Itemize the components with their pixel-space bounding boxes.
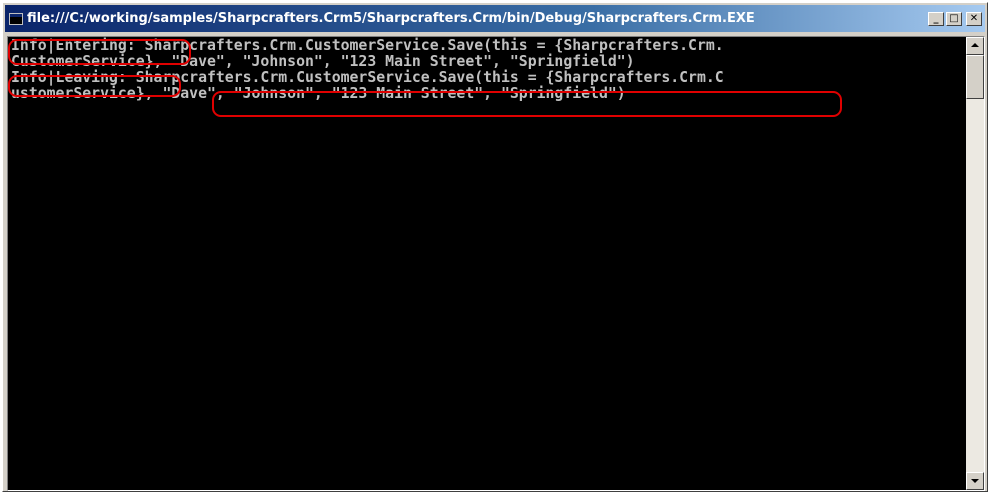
scroll-down-icon[interactable]: [966, 472, 984, 490]
console-window: file:///C:/working/samples/Sharpcrafters…: [2, 2, 988, 492]
maximize-button[interactable]: □: [946, 11, 962, 26]
scrollbar-thumb[interactable]: [966, 55, 984, 99]
console-app-icon[interactable]: [9, 12, 23, 25]
minimize-button[interactable]: _: [928, 11, 944, 26]
console-line-4: ustomerService}, "Dave", "Johnson", "123…: [11, 85, 626, 102]
console-output[interactable]: Info|Entering: Sharpcrafters.Crm.Custome…: [8, 37, 966, 490]
close-button[interactable]: ✕: [966, 11, 982, 26]
scroll-up-icon[interactable]: [966, 37, 984, 55]
minimize-icon: _: [933, 13, 939, 24]
close-icon: ✕: [969, 13, 979, 24]
vertical-scrollbar[interactable]: [966, 37, 984, 490]
maximize-icon: □: [949, 13, 959, 24]
console-line-2: CustomerService}, "Dave", "Johnson", "12…: [11, 53, 635, 70]
window-title: file:///C:/working/samples/Sharpcrafters…: [27, 11, 755, 26]
client-area: Info|Entering: Sharpcrafters.Crm.Custome…: [7, 36, 985, 491]
title-bar[interactable]: file:///C:/working/samples/Sharpcrafters…: [5, 5, 985, 32]
console-line-3: Info|Leaving: Sharpcrafters.Crm.Customer…: [11, 69, 724, 86]
console-line-1: Info|Entering: Sharpcrafters.Crm.Custome…: [11, 37, 724, 54]
